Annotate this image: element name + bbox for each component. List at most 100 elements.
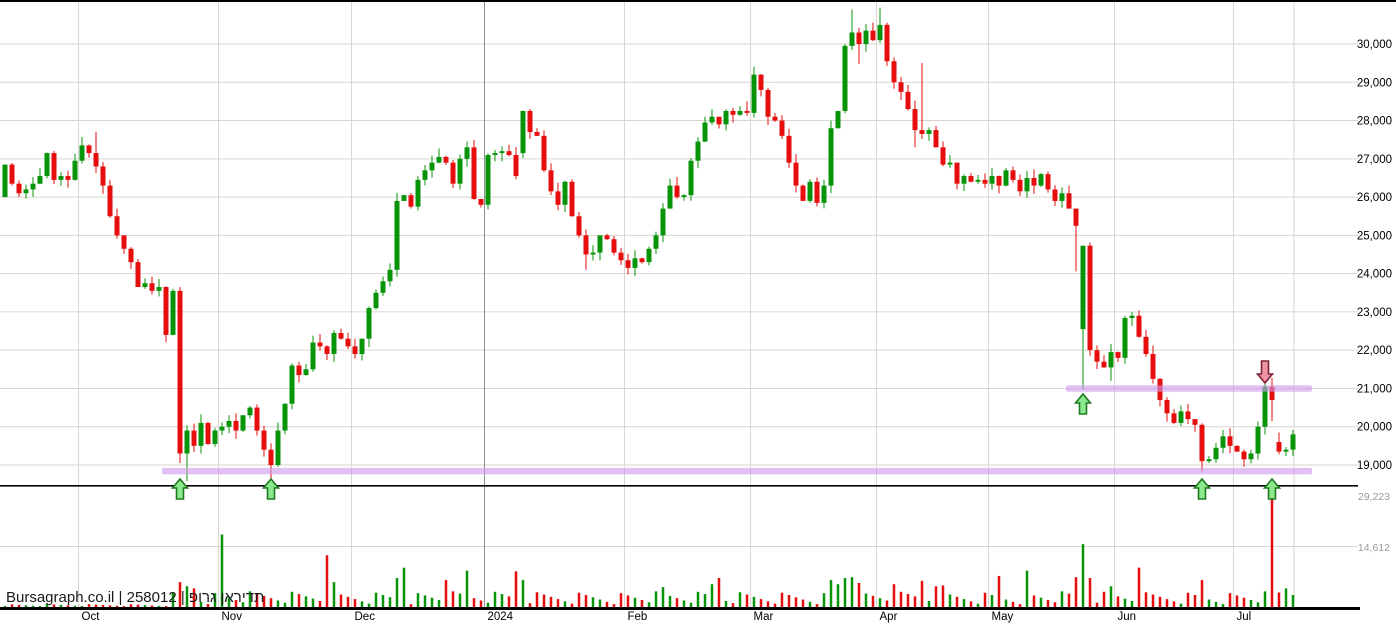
candle-body bbox=[1101, 361, 1107, 368]
candle-body bbox=[1143, 336, 1149, 355]
volume-bar bbox=[1109, 586, 1113, 607]
volume-bar bbox=[689, 602, 693, 607]
candle-body bbox=[366, 308, 372, 339]
volume-bar bbox=[815, 604, 819, 607]
volume-bar bbox=[1025, 570, 1029, 607]
volume-bar bbox=[395, 578, 399, 607]
volume-bar bbox=[626, 595, 630, 607]
axis-tick-label: 29,000 bbox=[1357, 77, 1392, 89]
candle-body bbox=[863, 30, 869, 44]
volume-bar bbox=[1214, 601, 1218, 607]
candle-body bbox=[65, 176, 71, 180]
volume-bar bbox=[1249, 600, 1253, 607]
candle-body bbox=[590, 252, 596, 255]
buy-signal-arrow-icon bbox=[1073, 392, 1093, 415]
candle-body bbox=[1017, 179, 1023, 192]
candle-body bbox=[548, 170, 554, 192]
candle-body bbox=[184, 430, 190, 454]
candle-body bbox=[1066, 193, 1072, 209]
candle-body bbox=[114, 216, 120, 236]
volume-bar bbox=[542, 594, 546, 607]
candle-body bbox=[786, 135, 792, 163]
volume-bar bbox=[1144, 592, 1148, 607]
candle-body bbox=[898, 82, 904, 92]
candle-body bbox=[16, 183, 22, 194]
candle-body bbox=[324, 346, 330, 355]
volume-bar bbox=[276, 600, 280, 607]
candle-body bbox=[387, 269, 393, 282]
candle-body bbox=[1108, 352, 1114, 368]
volume-bar bbox=[1060, 591, 1064, 607]
volume-bar bbox=[479, 600, 483, 607]
volume-bar bbox=[836, 584, 840, 607]
candle-body bbox=[989, 176, 995, 184]
volume-bar bbox=[948, 594, 952, 607]
axis-tick-label: 19,000 bbox=[1357, 460, 1392, 472]
candle-body bbox=[219, 426, 225, 431]
candle-body bbox=[296, 365, 302, 376]
candle-body bbox=[1129, 315, 1135, 319]
candle-body bbox=[1171, 413, 1177, 423]
volume-bar bbox=[451, 591, 455, 607]
support-line bbox=[162, 467, 1312, 475]
candle-body bbox=[520, 110, 526, 154]
candle-body bbox=[408, 195, 414, 207]
candle-body bbox=[37, 176, 43, 184]
volume-bar bbox=[507, 596, 511, 607]
candle-body bbox=[121, 235, 127, 249]
buy-signal-arrow-icon bbox=[1262, 477, 1282, 500]
candle-body bbox=[527, 110, 533, 133]
candle-body bbox=[282, 403, 288, 431]
candle-body bbox=[569, 181, 575, 217]
candle-body bbox=[856, 32, 862, 44]
candle-body bbox=[177, 290, 183, 454]
axis-tick-label: May bbox=[992, 611, 1014, 623]
candle-body bbox=[338, 332, 344, 339]
volume-bar bbox=[1263, 591, 1267, 607]
volume-bar bbox=[773, 603, 777, 607]
volume-bar bbox=[332, 582, 336, 607]
candle-body bbox=[30, 183, 36, 190]
candle-body bbox=[877, 24, 883, 41]
volume-bar bbox=[290, 591, 294, 607]
volume-bar bbox=[801, 599, 805, 607]
candle-body bbox=[464, 147, 470, 159]
candle-body bbox=[149, 283, 155, 291]
volume-bar bbox=[1032, 595, 1036, 607]
candle-body bbox=[1080, 245, 1086, 330]
candle-body bbox=[1115, 352, 1121, 358]
candle-body bbox=[730, 110, 736, 115]
candle-body bbox=[254, 407, 260, 431]
volume-bar bbox=[318, 600, 322, 607]
volume-bar bbox=[1172, 601, 1176, 607]
candle-body bbox=[93, 153, 99, 167]
candle-body bbox=[205, 422, 211, 444]
candle-body bbox=[499, 151, 505, 154]
volume-bar bbox=[927, 600, 931, 607]
candle-body bbox=[1031, 177, 1037, 186]
axis-tick-label: 30,000 bbox=[1357, 39, 1392, 51]
candle-body bbox=[1185, 411, 1191, 420]
candle-body bbox=[331, 332, 337, 355]
candle-body bbox=[1052, 189, 1058, 201]
candle-body bbox=[625, 260, 631, 268]
volume-bar bbox=[850, 577, 854, 607]
candle-body bbox=[128, 248, 134, 263]
volume-bar bbox=[304, 596, 308, 607]
candle-body bbox=[1136, 315, 1142, 337]
axis-tick-label: 20,000 bbox=[1357, 422, 1392, 434]
candle-body bbox=[835, 110, 841, 129]
candle-body bbox=[765, 89, 771, 117]
support-line bbox=[1066, 385, 1312, 392]
volume-bar bbox=[1018, 604, 1022, 607]
candle-body bbox=[226, 420, 232, 427]
volume-bar bbox=[1256, 602, 1260, 607]
candle-body bbox=[163, 287, 169, 335]
candle-body bbox=[156, 287, 162, 291]
volume-bar bbox=[402, 567, 406, 607]
volume-bar bbox=[1046, 600, 1050, 607]
volume-bar bbox=[885, 600, 889, 607]
candle-body bbox=[597, 235, 603, 253]
volume-bar bbox=[1102, 591, 1106, 607]
candle-body bbox=[275, 430, 281, 466]
